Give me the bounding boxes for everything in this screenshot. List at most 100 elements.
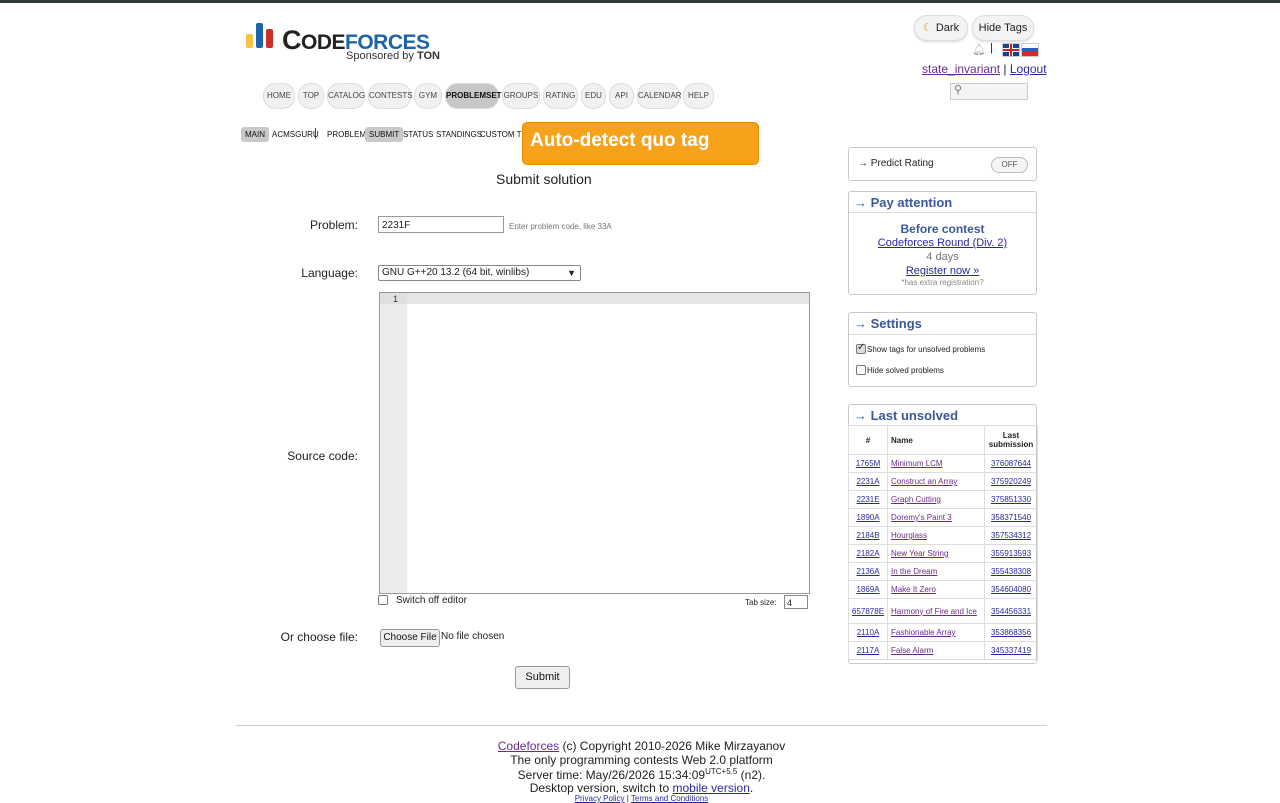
russia-flag-icon[interactable] (1021, 43, 1039, 57)
problem-id-link[interactable]: 2110A (857, 628, 880, 637)
problem-name-link[interactable]: Construct an Array (891, 477, 957, 486)
menu-contests[interactable]: Contests (368, 83, 413, 109)
table-row: 2110A Fashionable Array 353868356 (847, 623, 1038, 642)
moon-icon: ☾ (922, 22, 933, 34)
table-cell: 355438308 (984, 562, 1038, 581)
language-select[interactable]: GNU G++20 13.2 (64 bit, winlibs) ▼ (378, 265, 581, 281)
menu-groups[interactable]: Groups (502, 83, 540, 109)
problem-name-link[interactable]: Harmony of Fire and Ice (891, 607, 977, 616)
submission-link[interactable]: 354604080 (991, 585, 1031, 594)
source-code-editor[interactable]: 1 (379, 292, 810, 594)
submission-link[interactable]: 355913593 (991, 549, 1031, 558)
last-unsolved-table: # Name Last submission 1765M Minimum LCM 37… (847, 425, 1038, 660)
search-input[interactable]: ⚲ (950, 83, 1028, 100)
mobile-version-link[interactable]: mobile version (673, 781, 750, 795)
problem-id-link[interactable]: 2117A (857, 646, 880, 655)
problem-id-link[interactable]: 2184B (856, 531, 879, 540)
table-header-row: # Name Last submission (847, 425, 1038, 455)
table-cell: Construct an Array (887, 472, 985, 491)
predict-rating-label: → Predict Rating (858, 158, 934, 169)
submit-button[interactable]: Submit (515, 666, 570, 689)
submenu-submit[interactable]: Submit (365, 127, 404, 142)
problem-id-link[interactable]: 657878E (852, 607, 884, 616)
problem-name-link[interactable]: Doremy's Paint 3 (891, 513, 952, 522)
tab-size-input[interactable]: 4 (784, 595, 808, 609)
menu-help[interactable]: Help (683, 83, 714, 109)
problem-name-link[interactable]: Minimum LCM (891, 459, 943, 468)
problem-name-link[interactable]: New Year String (891, 549, 948, 558)
table-row: 2136A In the Dream 355438308 (847, 562, 1038, 581)
dark-mode-button[interactable]: ☾ Dark (914, 15, 968, 41)
codeforces-logo-icon[interactable] (246, 23, 274, 48)
uk-flag-icon[interactable] (1002, 43, 1020, 57)
submission-link[interactable]: 355438308 (991, 567, 1031, 576)
problem-id-link[interactable]: 2231A (856, 477, 879, 486)
predict-rating-toggle[interactable]: OFF (991, 157, 1028, 173)
before-contest: Before contest (900, 222, 985, 236)
table-cell: 2117A (847, 641, 889, 660)
hide-solved-checkbox[interactable] (856, 365, 866, 375)
logout-link[interactable]: Logout (1010, 62, 1047, 76)
table-cell: Minimum LCM (887, 454, 985, 473)
extra-registration: *has extra registration? (901, 278, 984, 287)
switch-editor-checkbox[interactable] (378, 595, 388, 605)
bell-icon[interactable]: 🔔︎ (972, 43, 986, 56)
register-wrap: Register now » (849, 265, 1036, 277)
submission-link[interactable]: 358371540 (991, 513, 1031, 522)
choose-file-button[interactable]: Choose File (380, 629, 440, 647)
table-cell: 354604080 (984, 580, 1038, 599)
problem-id-link[interactable]: 1869A (856, 585, 879, 594)
column-header: # (847, 425, 889, 455)
problem-id-link[interactable]: 2182A (856, 549, 879, 558)
submission-link[interactable]: 375851330 (991, 495, 1031, 504)
choose-file-label: Or choose file: (280, 630, 358, 644)
problem-id-link[interactable]: 2231E (856, 495, 879, 504)
problem-name-link[interactable]: Graph Cutting (891, 495, 941, 504)
submission-link[interactable]: 376087644 (991, 459, 1031, 468)
footer-site-link[interactable]: Codeforces (498, 739, 559, 753)
contest-link[interactable]: Codeforces Round (Div. 2) (878, 237, 1007, 249)
language-label: Language: (301, 266, 358, 280)
problem-name-link[interactable]: False Alarm (891, 646, 933, 655)
problem-id-link[interactable]: 2136A (856, 567, 879, 576)
show-tags-checkbox[interactable] (856, 342, 866, 354)
auto-detect-tooltip[interactable]: Auto-detect quo tag (522, 122, 759, 165)
menu-edu[interactable]: Edu (581, 83, 606, 109)
sponsor-text: Sponsored by TON (346, 50, 440, 62)
menu-gym[interactable]: Gym (414, 83, 442, 109)
problem-id-link[interactable]: 1890A (856, 513, 879, 522)
table-cell: 375851330 (984, 490, 1038, 509)
menu-rating[interactable]: Rating (543, 83, 578, 109)
menu-problemset[interactable]: Problemset (445, 83, 502, 109)
problem-name-link[interactable]: Fashionable Array (891, 628, 955, 637)
table-cell: New Year String (887, 544, 985, 563)
submission-link[interactable]: 357534312 (991, 531, 1031, 540)
question-icon[interactable]: ? (979, 278, 983, 287)
hide-tags-button[interactable]: Hide Tags (972, 15, 1034, 41)
menu-api[interactable]: API (609, 83, 634, 109)
problem-name-link[interactable]: Hourglass (891, 531, 927, 540)
search-icon: ⚲ (954, 84, 963, 96)
submission-link[interactable]: 345337419 (991, 646, 1031, 655)
problem-id-link[interactable]: 1765M (856, 459, 880, 468)
submission-link[interactable]: 354456331 (991, 607, 1031, 616)
problem-name-link[interactable]: In the Dream (891, 567, 937, 576)
menu-calendar[interactable]: Calendar (637, 83, 682, 109)
terms-link[interactable]: Terms and Conditions (631, 794, 708, 803)
table-cell: In the Dream (887, 562, 985, 581)
table-cell: 2184B (847, 526, 889, 545)
problem-name-link[interactable]: Make It Zero (891, 585, 936, 594)
submenu-main[interactable]: Main (241, 127, 269, 142)
problem-input[interactable]: 2231F (378, 216, 504, 233)
register-link[interactable]: Register now » (906, 265, 979, 277)
submission-link[interactable]: 375920249 (991, 477, 1031, 486)
submission-link[interactable]: 353868356 (991, 628, 1031, 637)
menu-catalog[interactable]: Catalog (327, 83, 365, 109)
countdown: 4 days (926, 251, 959, 263)
footer-desktop: Desktop version, switch to mobile versio… (529, 781, 754, 795)
menu-top[interactable]: Top (298, 83, 324, 109)
table-cell: False Alarm (887, 641, 985, 660)
menu-home[interactable]: Home (263, 83, 295, 109)
privacy-link[interactable]: Privacy Policy (575, 794, 625, 803)
username-link[interactable]: state_invariant (922, 62, 1000, 76)
